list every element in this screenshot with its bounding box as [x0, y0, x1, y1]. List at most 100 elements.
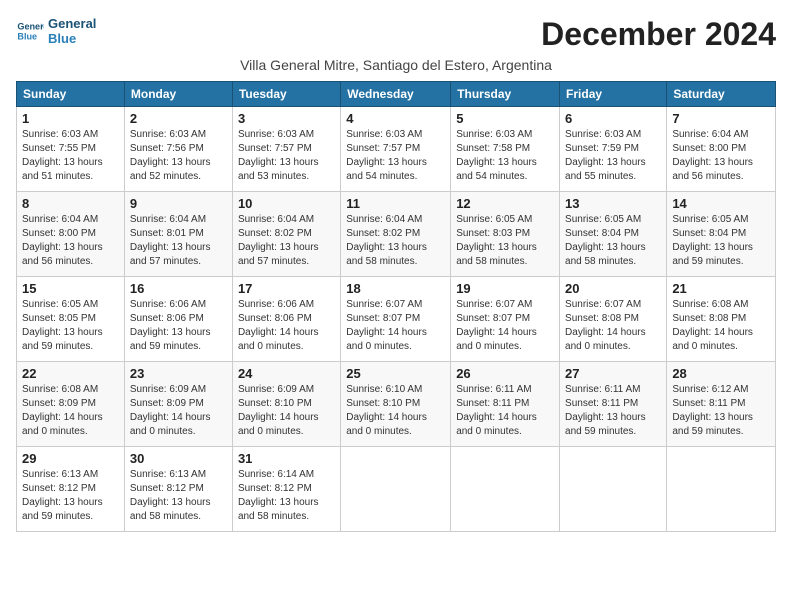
calendar-day-cell: 2 Sunrise: 6:03 AM Sunset: 7:56 PM Dayli… [124, 107, 232, 192]
daylight-label: Daylight: 13 hours and 58 minutes. [238, 497, 319, 522]
sunset-label: Sunset: 7:57 PM [346, 143, 420, 154]
daylight-label: Daylight: 14 hours and 0 minutes. [238, 327, 319, 352]
day-info: Sunrise: 6:03 AM Sunset: 7:57 PM Dayligh… [346, 128, 445, 184]
daylight-label: Daylight: 13 hours and 59 minutes. [672, 412, 753, 437]
calendar-day-cell: 10 Sunrise: 6:04 AM Sunset: 8:02 PM Dayl… [232, 192, 340, 277]
sunset-label: Sunset: 8:00 PM [672, 143, 746, 154]
calendar-day-cell: 6 Sunrise: 6:03 AM Sunset: 7:59 PM Dayli… [560, 107, 667, 192]
calendar-header: SundayMondayTuesdayWednesdayThursdayFrid… [17, 82, 776, 107]
sunset-label: Sunset: 7:58 PM [456, 143, 530, 154]
sunset-label: Sunset: 8:02 PM [238, 228, 312, 239]
sunset-label: Sunset: 8:06 PM [238, 313, 312, 324]
day-info: Sunrise: 6:03 AM Sunset: 7:56 PM Dayligh… [130, 128, 227, 184]
day-number: 5 [456, 111, 554, 126]
calendar-day-cell: 19 Sunrise: 6:07 AM Sunset: 8:07 PM Dayl… [451, 277, 560, 362]
sunrise-label: Sunrise: 6:06 AM [238, 299, 314, 310]
calendar-day-cell: 26 Sunrise: 6:11 AM Sunset: 8:11 PM Dayl… [451, 362, 560, 447]
sunset-label: Sunset: 7:57 PM [238, 143, 312, 154]
day-number: 15 [22, 281, 119, 296]
daylight-label: Daylight: 14 hours and 0 minutes. [346, 412, 427, 437]
sunrise-label: Sunrise: 6:07 AM [456, 299, 532, 310]
day-of-week-header: Thursday [451, 82, 560, 107]
day-info: Sunrise: 6:03 AM Sunset: 7:55 PM Dayligh… [22, 128, 119, 184]
sunrise-label: Sunrise: 6:03 AM [456, 129, 532, 140]
sunset-label: Sunset: 8:00 PM [22, 228, 96, 239]
sunrise-label: Sunrise: 6:04 AM [22, 214, 98, 225]
sunrise-label: Sunrise: 6:05 AM [456, 214, 532, 225]
calendar-week-row: 15 Sunrise: 6:05 AM Sunset: 8:05 PM Dayl… [17, 277, 776, 362]
calendar-day-cell: 8 Sunrise: 6:04 AM Sunset: 8:00 PM Dayli… [17, 192, 125, 277]
sunrise-label: Sunrise: 6:12 AM [672, 384, 748, 395]
daylight-label: Daylight: 13 hours and 59 minutes. [22, 327, 103, 352]
calendar-day-cell: 17 Sunrise: 6:06 AM Sunset: 8:06 PM Dayl… [232, 277, 340, 362]
sunrise-label: Sunrise: 6:13 AM [130, 469, 206, 480]
sunrise-label: Sunrise: 6:05 AM [22, 299, 98, 310]
daylight-label: Daylight: 13 hours and 59 minutes. [565, 412, 646, 437]
calendar-day-cell: 16 Sunrise: 6:06 AM Sunset: 8:06 PM Dayl… [124, 277, 232, 362]
sunset-label: Sunset: 8:11 PM [456, 398, 529, 409]
calendar-table: SundayMondayTuesdayWednesdayThursdayFrid… [16, 81, 776, 532]
calendar-day-cell: 21 Sunrise: 6:08 AM Sunset: 8:08 PM Dayl… [667, 277, 776, 362]
calendar-day-cell: 12 Sunrise: 6:05 AM Sunset: 8:03 PM Dayl… [451, 192, 560, 277]
day-of-week-header: Monday [124, 82, 232, 107]
calendar-day-cell [560, 447, 667, 532]
day-number: 17 [238, 281, 335, 296]
sunrise-label: Sunrise: 6:03 AM [238, 129, 314, 140]
calendar-day-cell: 18 Sunrise: 6:07 AM Sunset: 8:07 PM Dayl… [341, 277, 451, 362]
day-number: 1 [22, 111, 119, 126]
daylight-label: Daylight: 13 hours and 52 minutes. [130, 157, 211, 182]
daylight-label: Daylight: 13 hours and 59 minutes. [672, 242, 753, 267]
calendar-day-cell: 7 Sunrise: 6:04 AM Sunset: 8:00 PM Dayli… [667, 107, 776, 192]
sunrise-label: Sunrise: 6:04 AM [346, 214, 422, 225]
sunset-label: Sunset: 7:55 PM [22, 143, 96, 154]
day-number: 20 [565, 281, 661, 296]
sunset-label: Sunset: 8:04 PM [672, 228, 746, 239]
day-number: 8 [22, 196, 119, 211]
daylight-label: Daylight: 13 hours and 58 minutes. [346, 242, 427, 267]
calendar-day-cell: 1 Sunrise: 6:03 AM Sunset: 7:55 PM Dayli… [17, 107, 125, 192]
sunrise-label: Sunrise: 6:03 AM [22, 129, 98, 140]
day-info: Sunrise: 6:07 AM Sunset: 8:08 PM Dayligh… [565, 298, 661, 354]
day-info: Sunrise: 6:05 AM Sunset: 8:03 PM Dayligh… [456, 213, 554, 269]
day-number: 25 [346, 366, 445, 381]
sunset-label: Sunset: 8:07 PM [456, 313, 530, 324]
sunset-label: Sunset: 8:05 PM [22, 313, 96, 324]
sunset-label: Sunset: 8:10 PM [238, 398, 312, 409]
daylight-label: Daylight: 14 hours and 0 minutes. [130, 412, 211, 437]
sunrise-label: Sunrise: 6:03 AM [130, 129, 206, 140]
sunrise-label: Sunrise: 6:04 AM [672, 129, 748, 140]
sunset-label: Sunset: 8:12 PM [238, 483, 312, 494]
sunrise-label: Sunrise: 6:14 AM [238, 469, 314, 480]
calendar-day-cell [667, 447, 776, 532]
day-info: Sunrise: 6:09 AM Sunset: 8:10 PM Dayligh… [238, 383, 335, 439]
day-info: Sunrise: 6:04 AM Sunset: 8:00 PM Dayligh… [22, 213, 119, 269]
calendar-day-cell [451, 447, 560, 532]
daylight-label: Daylight: 13 hours and 54 minutes. [456, 157, 537, 182]
logo-line1: General [48, 16, 96, 31]
subtitle: Villa General Mitre, Santiago del Estero… [16, 57, 776, 73]
day-number: 21 [672, 281, 770, 296]
day-number: 9 [130, 196, 227, 211]
day-info: Sunrise: 6:03 AM Sunset: 7:58 PM Dayligh… [456, 128, 554, 184]
day-info: Sunrise: 6:11 AM Sunset: 8:11 PM Dayligh… [456, 383, 554, 439]
day-info: Sunrise: 6:11 AM Sunset: 8:11 PM Dayligh… [565, 383, 661, 439]
calendar-day-cell: 23 Sunrise: 6:09 AM Sunset: 8:09 PM Dayl… [124, 362, 232, 447]
calendar-week-row: 1 Sunrise: 6:03 AM Sunset: 7:55 PM Dayli… [17, 107, 776, 192]
month-title: December 2024 [541, 16, 776, 53]
daylight-label: Daylight: 13 hours and 59 minutes. [22, 497, 103, 522]
daylight-label: Daylight: 14 hours and 0 minutes. [565, 327, 646, 352]
sunset-label: Sunset: 8:09 PM [22, 398, 96, 409]
sunset-label: Sunset: 8:06 PM [130, 313, 204, 324]
day-number: 24 [238, 366, 335, 381]
day-info: Sunrise: 6:04 AM Sunset: 8:02 PM Dayligh… [346, 213, 445, 269]
day-number: 22 [22, 366, 119, 381]
calendar-day-cell: 5 Sunrise: 6:03 AM Sunset: 7:58 PM Dayli… [451, 107, 560, 192]
calendar-day-cell: 4 Sunrise: 6:03 AM Sunset: 7:57 PM Dayli… [341, 107, 451, 192]
daylight-label: Daylight: 13 hours and 58 minutes. [565, 242, 646, 267]
day-info: Sunrise: 6:08 AM Sunset: 8:09 PM Dayligh… [22, 383, 119, 439]
daylight-label: Daylight: 13 hours and 58 minutes. [130, 497, 211, 522]
sunset-label: Sunset: 8:09 PM [130, 398, 204, 409]
sunrise-label: Sunrise: 6:06 AM [130, 299, 206, 310]
sunset-label: Sunset: 8:11 PM [672, 398, 745, 409]
day-info: Sunrise: 6:06 AM Sunset: 8:06 PM Dayligh… [238, 298, 335, 354]
